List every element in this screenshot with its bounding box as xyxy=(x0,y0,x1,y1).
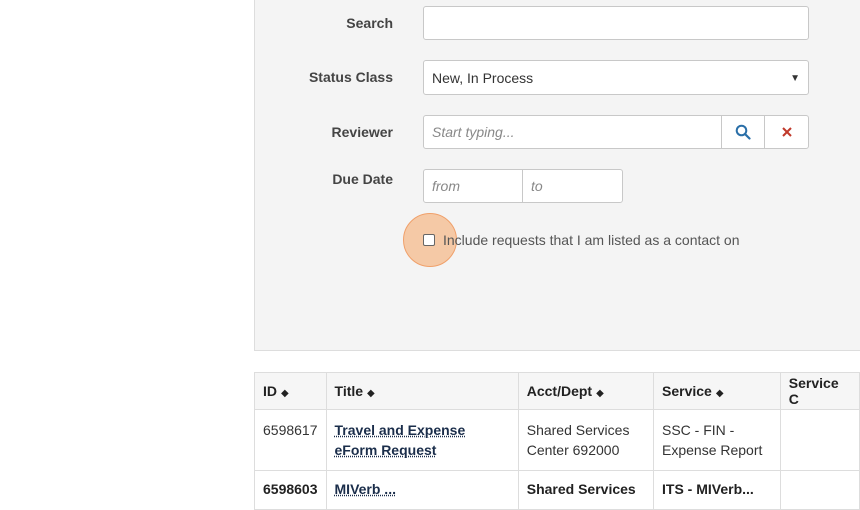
sort-icon: ◆ xyxy=(596,388,604,399)
due-date-from-placeholder: from xyxy=(432,178,460,194)
due-date-label: Due Date xyxy=(332,171,393,187)
sort-icon: ◆ xyxy=(281,388,289,399)
request-title-link[interactable]: Travel and Expense eForm Request xyxy=(335,422,466,458)
reviewer-placeholder: Start typing... xyxy=(432,124,515,140)
due-date-from-input[interactable]: from xyxy=(423,169,523,203)
column-header-id[interactable]: ID ◆ xyxy=(254,372,327,410)
column-header-acct[interactable]: Acct/Dept ◆ xyxy=(517,372,655,410)
request-title-link[interactable]: MIVerb ... xyxy=(335,481,396,497)
status-class-value: New, In Process xyxy=(432,69,534,86)
reviewer-input[interactable]: Start typing... xyxy=(423,115,723,149)
sort-icon: ◆ xyxy=(367,388,375,399)
column-header-title[interactable]: Title ◆ xyxy=(325,372,519,410)
contact-checkbox[interactable] xyxy=(423,234,435,246)
search-input[interactable] xyxy=(423,6,809,40)
cell-id: 6598603 xyxy=(254,470,327,510)
close-icon xyxy=(781,127,792,137)
due-date-to-input[interactable]: to xyxy=(522,169,623,203)
reviewer-label: Reviewer xyxy=(331,124,393,140)
table-row: 6598603 MIVerb ... Shared Services ITS -… xyxy=(254,470,860,510)
table-row: 6598617 Travel and Expense eForm Request… xyxy=(254,409,860,471)
cell-acct: Shared Services xyxy=(517,470,655,510)
table-header-row: ID ◆ Title ◆ Acct/Dept ◆ Service ◆ Service C xyxy=(254,372,860,410)
cell-id: 6598617 xyxy=(254,409,327,471)
due-date-to-placeholder: to xyxy=(531,178,543,194)
requests-table: ID ◆ Title ◆ Acct/Dept ◆ Service ◆ Service C… xyxy=(254,372,860,510)
cell-service-c xyxy=(779,409,860,471)
cell-service: SSC - FIN - Expense Report xyxy=(653,409,781,471)
status-class-label: Status Class xyxy=(308,69,393,85)
cell-title: MIVerb ... xyxy=(325,470,519,510)
column-header-service-c[interactable]: Service C xyxy=(779,372,860,410)
cell-service-c xyxy=(779,470,860,510)
reviewer-clear-button[interactable] xyxy=(764,115,809,149)
chevron-down-icon: ▼ xyxy=(790,73,800,84)
cell-service: ITS - MIVerb... xyxy=(653,470,781,510)
sort-icon: ◆ xyxy=(715,388,724,399)
search-label: Search xyxy=(346,15,393,31)
cell-title: Travel and Expense eForm Request xyxy=(325,409,519,471)
cell-acct: Shared Services Center 692000 xyxy=(517,409,655,471)
status-class-select[interactable]: New, In Process ▼ xyxy=(423,60,809,95)
contact-checkbox-label[interactable]: Include requests that I am listed as a c… xyxy=(443,232,740,248)
column-header-service[interactable]: Service ◆ xyxy=(653,372,781,410)
reviewer-search-button[interactable] xyxy=(721,115,765,149)
search-icon xyxy=(735,124,751,140)
